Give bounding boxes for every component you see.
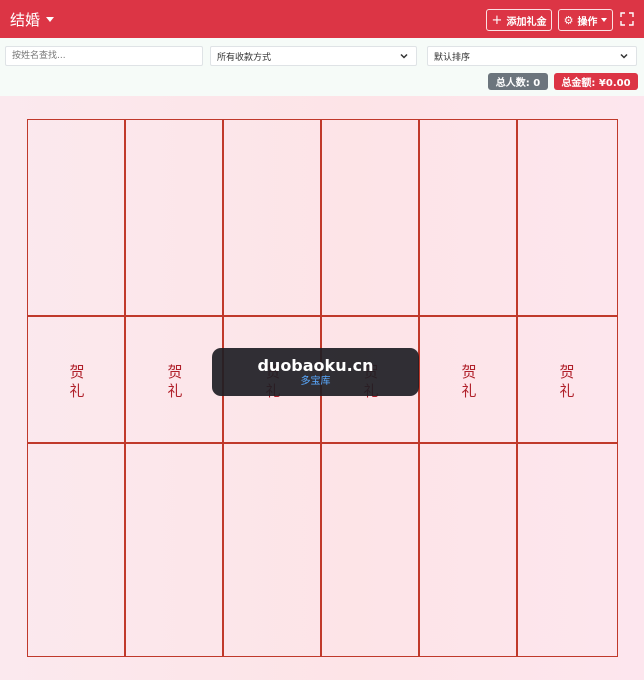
payment-method-select[interactable]: 所有收款方式 [210, 46, 417, 66]
gift-cell-char: 礼 [69, 382, 85, 400]
caret-down-icon [46, 16, 55, 22]
operations-button[interactable]: ⚙ 操作 [558, 9, 613, 31]
gear-icon: ⚙ [563, 13, 574, 27]
add-gift-button[interactable]: + 添加礼金 [486, 9, 552, 31]
search-input[interactable] [5, 46, 203, 66]
sort-value: 默认排序 [434, 52, 471, 63]
add-gift-label: 添加礼金 [506, 16, 547, 28]
gift-cell: 贺 礼 [420, 360, 518, 404]
event-title-dropdown[interactable]: 结婚 [10, 9, 55, 30]
gift-cell-char: 礼 [167, 382, 183, 400]
gift-cell: 贺 礼 [126, 360, 224, 404]
gift-cell-char: 贺 [559, 363, 575, 381]
filter-bar: 所有收款方式 默认排序 总人数: 0 总金额: ¥0.00 [0, 38, 644, 96]
grid-row-divider [28, 442, 617, 444]
app-header: 结婚 + 添加礼金 ⚙ 操作 [0, 0, 644, 38]
event-title: 结婚 [10, 10, 41, 29]
total-people-badge: 总人数: 0 [488, 73, 548, 90]
gift-cell-char: 贺 [69, 363, 85, 381]
watermark-overlay: duobaoku.cn 多宝库 [212, 348, 419, 396]
gift-cell-char: 贺 [167, 363, 183, 381]
watermark-subtitle: 多宝库 [300, 375, 331, 387]
watermark-domain: duobaoku.cn [257, 355, 374, 375]
total-amount-badge: 总金额: ¥0.00 [554, 73, 638, 90]
payment-method-value: 所有收款方式 [217, 52, 272, 63]
gift-cell: 贺 礼 [28, 360, 126, 404]
plus-icon: + [491, 12, 503, 28]
gift-cell: 贺 礼 [518, 360, 616, 404]
sort-select[interactable]: 默认排序 [427, 46, 637, 66]
gift-cell-char: 礼 [559, 382, 575, 400]
caret-down-icon [601, 18, 608, 22]
gift-cell-char: 礼 [461, 382, 477, 400]
grid-row-divider [28, 315, 617, 317]
gift-cell-char: 贺 [461, 363, 477, 381]
chevron-down-icon [620, 53, 628, 59]
chevron-down-icon [400, 53, 408, 59]
fullscreen-icon[interactable] [620, 12, 634, 26]
operations-label: 操作 [577, 16, 598, 28]
